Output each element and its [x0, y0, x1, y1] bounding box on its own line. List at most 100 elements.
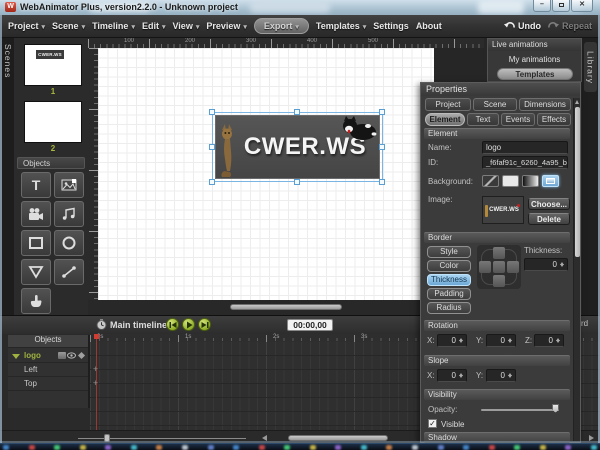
tab-effects[interactable]: Effects [537, 113, 571, 126]
scroll-left-arrow[interactable] [262, 435, 267, 441]
menu-settings[interactable]: Settings [373, 21, 409, 31]
scene-1-thumbnail[interactable]: CWER.WS [24, 44, 82, 86]
menu-timeline[interactable]: Timeline [92, 21, 135, 31]
repeat-button[interactable]: Repeat [548, 21, 592, 31]
undo-icon [504, 21, 515, 31]
choose-image-button[interactable]: Choose... [528, 198, 570, 210]
scene-1-label: 1 [24, 87, 82, 96]
visibility-eye-icon[interactable] [67, 352, 76, 359]
name-input[interactable]: logo [482, 141, 568, 154]
my-animations-button[interactable]: My animations [488, 55, 581, 64]
resize-handle-sw[interactable] [209, 179, 215, 185]
ellipse-tool-button[interactable] [54, 230, 84, 256]
rotation-x-input[interactable]: 0 [437, 334, 467, 347]
templates-button[interactable]: Templates [497, 68, 573, 80]
windows-taskbar[interactable] [0, 443, 600, 450]
animation-icon[interactable] [58, 352, 66, 359]
background-gradient-button[interactable] [522, 175, 539, 187]
background-transparent-button[interactable] [482, 175, 499, 187]
tab-events[interactable]: Events [501, 113, 535, 126]
thickness-input[interactable]: 0 [524, 258, 568, 271]
play-button[interactable] [182, 318, 195, 331]
timeline-row-logo[interactable]: logo [8, 349, 88, 363]
line-tool-button[interactable] [54, 259, 84, 285]
skip-start-button[interactable] [166, 318, 179, 331]
resize-handle-e[interactable] [379, 144, 385, 150]
maximize-button[interactable] [552, 0, 570, 12]
tab-scene[interactable]: Scene [473, 98, 517, 111]
scenes-tab[interactable]: Scenes [3, 44, 13, 78]
properties-scrollbar-thumb[interactable] [575, 107, 580, 257]
rectangle-tool-button[interactable] [21, 230, 51, 256]
menu-templates[interactable]: Templates [316, 21, 366, 31]
minimize-button[interactable] [533, 0, 551, 12]
playhead-marker[interactable] [94, 334, 99, 339]
border-padding-button[interactable]: Padding [427, 288, 471, 300]
border-bottom-side-button[interactable] [493, 275, 505, 287]
border-all-sides-button[interactable] [493, 261, 505, 273]
resize-handle-ne[interactable] [379, 109, 385, 115]
close-button[interactable] [571, 0, 593, 12]
rotation-z-input[interactable]: 0 [534, 334, 564, 347]
menu-view[interactable]: View [172, 21, 199, 31]
timeline-zoom-handle[interactable] [104, 434, 110, 442]
properties-panel: Properties Project Scene Dimensions Elem… [420, 82, 581, 443]
opacity-slider[interactable] [481, 409, 559, 411]
add-left-keyframe-button[interactable] [91, 365, 100, 374]
resize-handle-se[interactable] [379, 179, 385, 185]
rotation-y-input[interactable]: 0 [486, 334, 516, 347]
visible-checkbox[interactable] [428, 419, 437, 428]
image-tool-button[interactable] [54, 172, 84, 198]
opacity-slider-handle[interactable] [552, 404, 559, 413]
menu-edit[interactable]: Edit [142, 21, 166, 31]
border-left-side-button[interactable] [479, 261, 491, 273]
keyframe-diamond-icon[interactable] [78, 352, 85, 359]
resize-handle-w[interactable] [209, 144, 215, 150]
tab-element[interactable]: Element [425, 113, 465, 126]
timeline-row-left[interactable]: Left [8, 363, 88, 377]
undo-button[interactable]: Undo [504, 21, 541, 31]
border-color-button[interactable]: Color [427, 260, 471, 272]
expand-caret-icon[interactable] [12, 354, 20, 359]
button-tool-button[interactable] [21, 288, 51, 314]
border-top-side-button[interactable] [493, 247, 505, 259]
resize-handle-s[interactable] [294, 179, 300, 185]
properties-scrollbar[interactable] [573, 98, 580, 441]
triangle-tool-button[interactable] [21, 259, 51, 285]
skip-end-button[interactable] [198, 318, 211, 331]
menu-about[interactable]: About [416, 21, 442, 31]
text-tool-button[interactable]: T [21, 172, 51, 198]
timeline-row-top[interactable]: Top [8, 377, 88, 391]
scene-2-thumbnail[interactable] [24, 101, 82, 143]
add-top-keyframe-button[interactable] [91, 379, 100, 388]
border-right-side-button[interactable] [507, 261, 519, 273]
tab-dimensions[interactable]: Dimensions [519, 98, 571, 111]
border-style-button[interactable]: Style [427, 246, 471, 258]
border-radius-button[interactable]: Radius [427, 302, 471, 314]
menu-scene[interactable]: Scene [52, 21, 85, 31]
border-thickness-button[interactable]: Thickness [427, 274, 471, 286]
delete-image-button[interactable]: Delete [528, 213, 570, 225]
tab-project[interactable]: Project [425, 98, 471, 111]
canvas-scrollbar-thumb[interactable] [230, 304, 342, 310]
menu-preview[interactable]: Preview [206, 21, 247, 31]
opacity-label: Opacity: [428, 405, 457, 414]
selected-logo-element[interactable]: CWER.WS [215, 115, 380, 179]
id-input[interactable]: _f6faf91c_6260_4a95_b0f1 [482, 156, 568, 169]
video-tool-button[interactable] [21, 201, 51, 227]
scrollbar-up-arrow[interactable] [575, 100, 579, 104]
time-label: 2s [273, 334, 279, 340]
background-solid-button[interactable] [502, 175, 519, 187]
slope-x-input[interactable]: 0 [437, 369, 467, 382]
library-tab[interactable]: Library [584, 42, 597, 92]
timeline-scrollbar-thumb[interactable] [288, 435, 388, 441]
background-image-button[interactable] [542, 175, 559, 187]
audio-tool-button[interactable] [54, 201, 84, 227]
tab-text[interactable]: Text [467, 113, 499, 126]
resize-handle-nw[interactable] [209, 109, 215, 115]
resize-handle-n[interactable] [294, 109, 300, 115]
slope-y-input[interactable]: 0 [486, 369, 516, 382]
menu-export[interactable]: Export [254, 18, 309, 34]
scroll-right-arrow[interactable] [589, 435, 594, 441]
menu-project[interactable]: Project [8, 21, 45, 31]
